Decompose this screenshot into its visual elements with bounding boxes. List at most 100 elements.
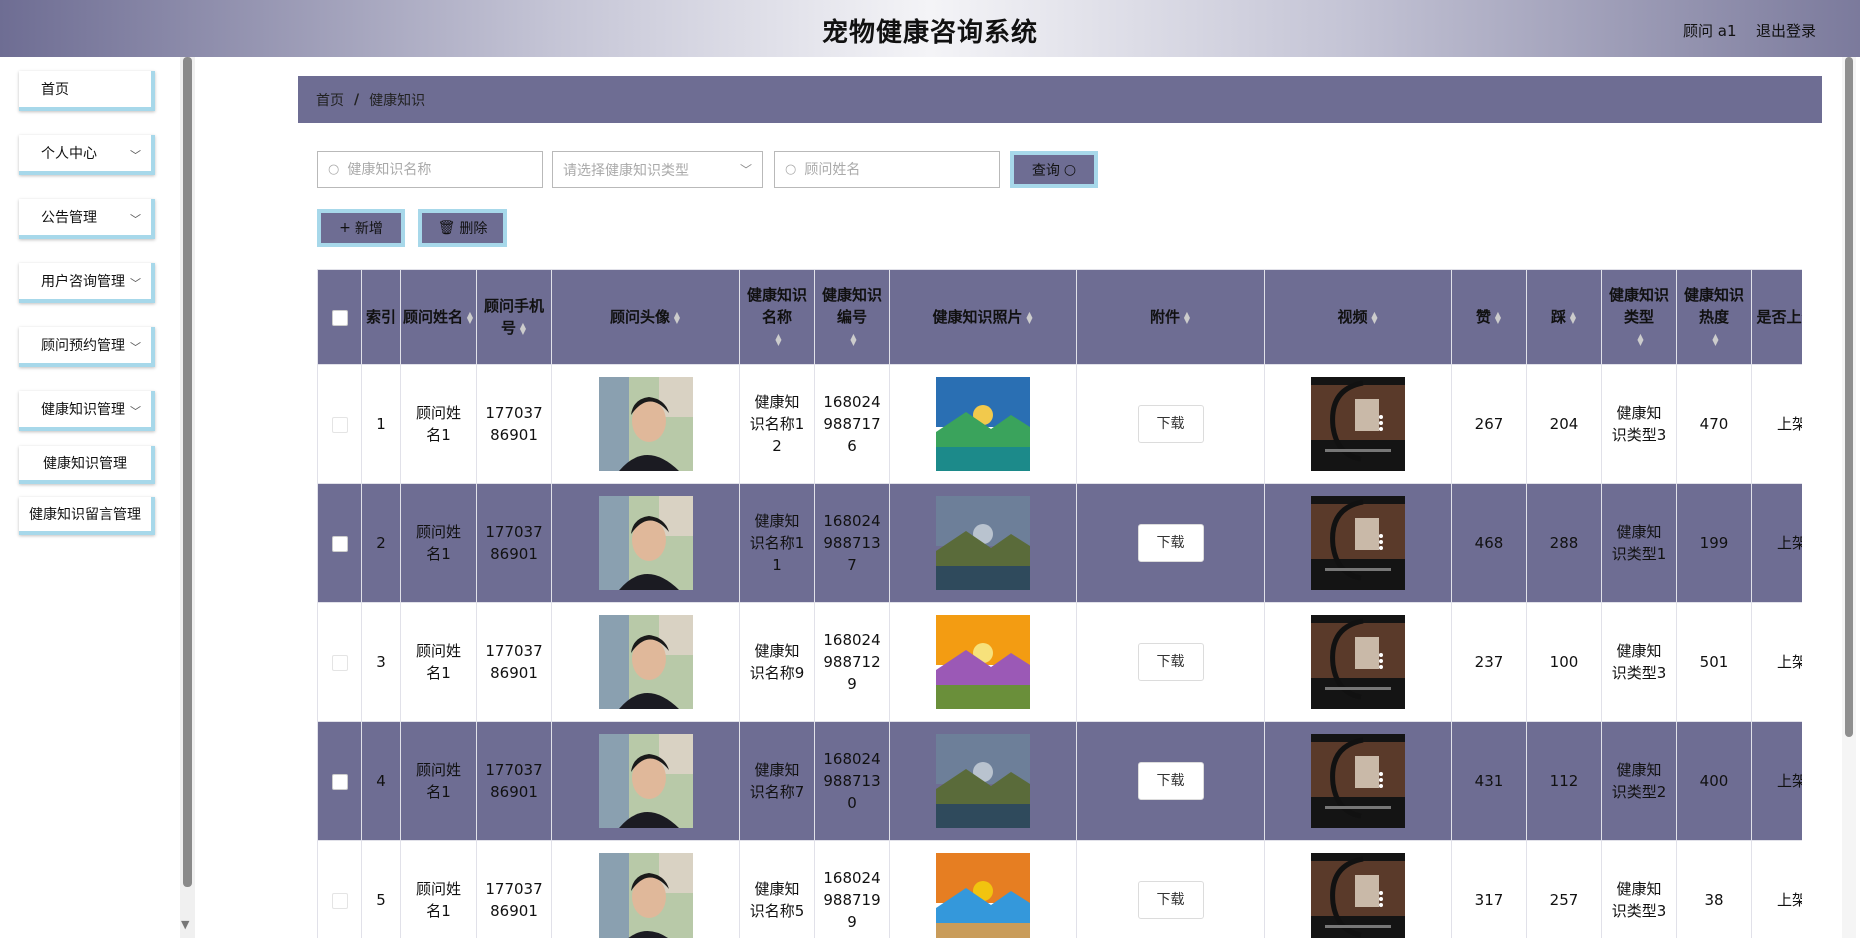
cell-knowledge-type: 健康知识类型2 [1601,721,1677,841]
breadcrumb-home[interactable]: 首页 [316,90,344,110]
knowledge-name-input[interactable] [345,160,520,179]
cell-video[interactable] [1264,840,1452,938]
sort-icon[interactable]: ▲ ▼ [775,332,783,346]
col-header-heat[interactable]: 健康知识热度 ▲ ▼ [1676,269,1752,365]
cell-video[interactable] [1264,483,1452,603]
knowledge-photo-image [936,496,1030,590]
download-button[interactable]: 下载 [1137,643,1204,681]
sidebar-subitem-health-knowledge-comments[interactable]: 健康知识留言管理 [19,497,155,535]
sidebar-item-personal-center[interactable]: 个人中心 ﹀ [19,135,155,175]
sort-icon[interactable]: ▲ ▼ [466,310,474,324]
row-checkbox[interactable] [331,535,348,552]
sidebar-scroll-thumb[interactable] [183,57,192,887]
cell-video[interactable] [1264,364,1452,484]
col-header-likes[interactable]: 赞 ▲ ▼ [1451,269,1527,365]
col-header-knowledge-type[interactable]: 健康知识类型 ▲ ▼ [1601,269,1677,365]
video-thumbnail-image[interactable] [1311,734,1405,828]
sidebar-item-notice-management[interactable]: 公告管理 ﹀ [19,199,155,239]
sort-icon[interactable]: ▲ ▼ [1569,310,1577,324]
col-header-advisor-name[interactable]: 顾问姓名 ▲ ▼ [400,269,477,365]
sidebar-item-appointment-management[interactable]: 顾问预约管理 ﹀ [19,327,155,367]
cell-knowledge-code: 1680249887129 [814,602,890,722]
cell-select[interactable] [317,602,362,722]
cell-knowledge-type: 健康知识类型3 [1601,364,1677,484]
sidebar-item-user-consult-management[interactable]: 用户咨询管理 ﹀ [19,263,155,303]
cell-status: 上架 [1751,364,1802,484]
row-checkbox[interactable] [331,416,348,433]
download-button[interactable]: 下载 [1137,762,1204,800]
select-all-header[interactable] [317,269,362,365]
cell-attachment[interactable]: 下载 [1076,721,1265,841]
video-thumbnail-image[interactable] [1311,377,1405,471]
cell-status: 上架 [1751,840,1802,938]
col-header-dislikes[interactable]: 踩 ▲ ▼ [1526,269,1602,365]
cell-avatar [551,483,740,603]
cell-attachment[interactable]: 下载 [1076,602,1265,722]
knowledge-photo-image [936,377,1030,471]
col-header-knowledge-name[interactable]: 健康知识名称 ▲ ▼ [739,269,815,365]
sort-icon[interactable]: ▲ ▼ [519,321,527,335]
sidebar-item-label: 公告管理 [41,210,97,226]
cell-select[interactable] [317,364,362,484]
cell-select[interactable] [317,840,362,938]
cell-video[interactable] [1264,602,1452,722]
cell-likes: 317 [1451,840,1527,938]
knowledge-type-select[interactable]: 请选择健康知识类型 ﹀ [552,151,763,188]
sidebar-item-health-knowledge-management[interactable]: 健康知识管理 ﹀ [19,391,155,431]
sidebar-item-label: 顾问预约管理 [41,338,125,354]
download-button[interactable]: 下载 [1137,524,1204,562]
query-button[interactable]: 查询 ○ [1010,151,1098,188]
sort-icon[interactable]: ▲ ▼ [850,332,858,346]
col-header-status[interactable]: 是否上架▲▼ [1751,269,1802,365]
add-button-label: 新增 [354,221,383,237]
sidebar-item-home[interactable]: 首页 [19,71,155,111]
cell-knowledge-photo [889,483,1077,603]
sort-icon[interactable]: ▲ ▼ [1494,310,1502,324]
col-header-video[interactable]: 视频 ▲ ▼ [1264,269,1452,365]
video-thumbnail-image[interactable] [1311,853,1405,938]
col-header-index: 索引 [361,269,401,365]
delete-button[interactable]: 🗑 删除 [418,209,507,247]
sort-icon[interactable]: ▲ ▼ [1712,332,1720,346]
video-thumbnail-image[interactable] [1311,496,1405,590]
scroll-down-arrow-icon[interactable]: ▼ [181,918,189,931]
chevron-down-icon: ﹀ [130,341,141,354]
advisor-name-input[interactable] [802,160,977,179]
table-header-row: 索引 顾问姓名 ▲ ▼ 顾问手机号 ▲ ▼ 顾问头像 ▲ ▼ 健康知识名称 ▲ ▼ 健康知识编号… [317,269,1802,365]
cell-avatar [551,840,740,938]
cell-attachment[interactable]: 下载 [1076,364,1265,484]
row-checkbox[interactable] [331,773,348,790]
logout-link[interactable]: 退出登录 [1756,20,1816,41]
current-user[interactable]: 顾问 a1 [1683,20,1737,41]
col-header-phone[interactable]: 顾问手机号 ▲ ▼ [476,269,552,365]
col-header-attachment[interactable]: 附件 ▲ ▼ [1076,269,1265,365]
cell-video[interactable] [1264,721,1452,841]
cell-avatar [551,721,740,841]
download-button[interactable]: 下载 [1137,881,1204,919]
search-icon: ○ [328,162,340,177]
knowledge-name-search[interactable]: ○ [317,151,543,188]
cell-select[interactable] [317,721,362,841]
download-button[interactable]: 下载 [1137,405,1204,443]
sort-icon[interactable]: ▲ ▼ [1183,310,1191,324]
select-all-checkbox[interactable] [331,309,348,326]
sort-icon[interactable]: ▲ ▼ [1637,332,1645,346]
sort-icon[interactable]: ▲ ▼ [1371,310,1379,324]
col-header-knowledge-photo[interactable]: 健康知识照片 ▲ ▼ [889,269,1077,365]
advisor-name-search[interactable]: ○ [774,151,1000,188]
sort-icon[interactable]: ▲ ▼ [1026,310,1034,324]
page-scroll-thumb[interactable] [1845,57,1853,737]
sort-icon[interactable]: ▲ ▼ [673,310,681,324]
col-header-avatar[interactable]: 顾问头像 ▲ ▼ [551,269,740,365]
cell-select[interactable] [317,483,362,603]
cell-heat: 501 [1676,602,1752,722]
cell-attachment[interactable]: 下载 [1076,840,1265,938]
col-header-knowledge-code[interactable]: 健康知识编号 ▲ ▼ [814,269,890,365]
video-thumbnail-image[interactable] [1311,615,1405,709]
add-button[interactable]: + 新增 [317,209,405,247]
row-checkbox[interactable] [331,892,348,909]
sidebar-item-label: 首页 [41,82,69,98]
sidebar-subitem-health-knowledge[interactable]: 健康知识管理 [19,446,155,484]
row-checkbox[interactable] [331,654,348,671]
cell-attachment[interactable]: 下载 [1076,483,1265,603]
